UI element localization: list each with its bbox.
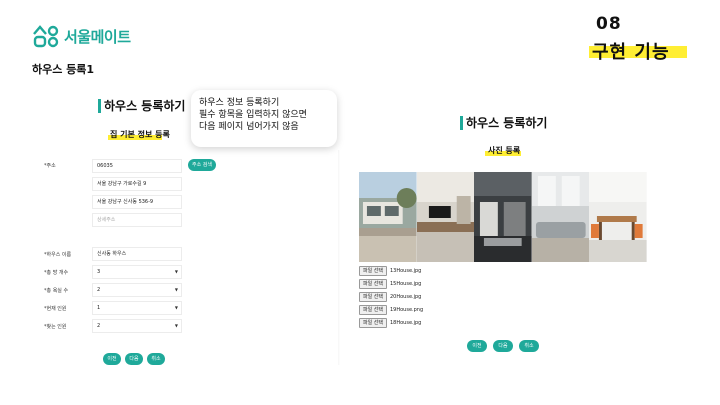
right-panel-title-text: 하우스 등록하기 [466,116,548,130]
current-members-select[interactable]: 1 ▼ [92,301,182,315]
house-name-field[interactable]: 신사동 하우스 [92,247,182,261]
file-name: 20House.jpg [390,294,422,300]
file-row: 파일 선택 15House.jpg [359,279,421,289]
panel-divider [338,150,340,365]
living-room-photo [416,172,475,262]
postcode-field[interactable]: 06035 [92,159,182,173]
file-name: 18House.jpg [390,320,422,326]
kitchen-photo [474,172,532,262]
lounge-photo [531,172,590,262]
room-count-label: *총 방 개수 [44,270,69,276]
current-members-value: 1 [97,305,101,311]
wanted-members-value: 2 [97,323,101,329]
bathroom-count-select[interactable]: 2 ▼ [92,283,182,297]
file-row: 파일 선택 13House.jpg [359,266,421,276]
left-panel-subtitle: 집 기본 정보 등록 [110,130,170,139]
house-name-label: *하우스 이름 [44,252,72,258]
tooltip-line-1: 하우스 정보 등록하기 [199,98,280,108]
file-name: 13House.jpg [390,268,422,274]
house-people-icon [33,25,59,48]
dropdown-caret-icon: ▼ [174,305,178,310]
brand-logo: 서울메이트 [32,24,131,48]
page-heading: 하우스 등록1 [32,63,95,76]
file-select-button[interactable]: 파일 선택 [359,279,387,289]
dropdown-caret-icon: ▼ [174,323,178,328]
detail-address-field[interactable]: 상세주소 [92,213,182,227]
right-next-button[interactable]: 다음 [493,340,513,352]
dining-photo [589,172,647,262]
info-tooltip: 하우스 정보 등록하기 필수 항목을 입력하지 않으면 다음 페이지 넘어가지 … [191,90,337,147]
left-next-button[interactable]: 다음 [125,353,143,365]
dropdown-caret-icon: ▼ [174,287,178,292]
bathroom-count-value: 2 [97,287,101,293]
right-cancel-button[interactable]: 취소 [519,340,539,352]
dropdown-caret-icon: ▼ [174,269,178,274]
tooltip-line-2: 필수 항목을 입력하지 않으면 [199,110,307,120]
file-select-button[interactable]: 파일 선택 [359,318,387,328]
room-count-value: 3 [97,269,101,275]
wanted-members-select[interactable]: 2 ▼ [92,319,182,333]
file-select-button[interactable]: 파일 선택 [359,292,387,302]
file-select-button[interactable]: 파일 선택 [359,266,387,276]
file-name: 15House.jpg [390,281,422,287]
road-address-field[interactable]: 서울 강남구 가로수길 9 [92,177,182,191]
section-number: 08 [596,14,622,34]
title-accent-bar [98,98,101,113]
brand-name: 서울메이트 [64,27,131,46]
room-count-select[interactable]: 3 ▼ [92,265,182,279]
left-panel-title: 하우스 등록하기 [98,97,185,114]
file-row: 파일 선택 20House.jpg [359,292,421,302]
address-label: *주소 [44,163,56,169]
section-title: 구현 기능 [592,42,670,63]
right-prev-button[interactable]: 이전 [467,340,487,352]
house-photo-strip [359,172,647,262]
file-row: 파일 선택 18House.jpg [359,318,421,328]
right-panel-title: 하우스 등록하기 [460,114,547,131]
tooltip-line-3: 다음 페이지 넘어가지 않음 [199,122,299,132]
wanted-members-label: *찾는 인원 [44,324,67,330]
left-prev-button[interactable]: 이전 [103,353,121,365]
address-search-button[interactable]: 주소 검색 [188,159,216,171]
title-accent-bar [460,115,463,130]
jibun-address-field[interactable]: 서울 강남구 신사동 536-9 [92,195,182,209]
bathroom-count-label: *총 욕실 수 [44,288,69,294]
left-cancel-button[interactable]: 취소 [147,353,165,365]
right-panel-subtitle: 사진 등록 [488,146,521,155]
left-panel-title-text: 하우스 등록하기 [104,99,186,113]
exterior-photo [359,172,417,262]
file-row: 파일 선택 19House.png [359,305,423,315]
current-members-label: *현재 인원 [44,306,67,312]
file-name: 19House.png [390,307,424,313]
file-select-button[interactable]: 파일 선택 [359,305,387,315]
